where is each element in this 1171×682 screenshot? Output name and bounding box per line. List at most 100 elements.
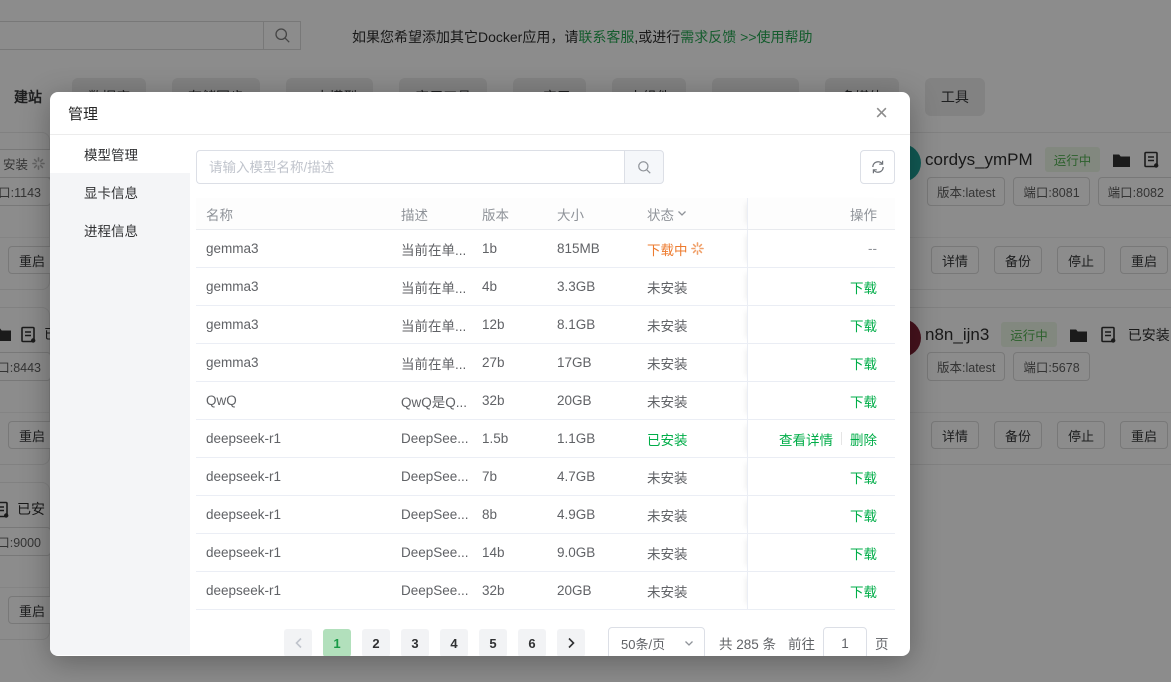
model-size: 8.1GB bbox=[557, 317, 596, 332]
total-count: 共 285 条 bbox=[719, 637, 777, 652]
column-header[interactable]: 状态 bbox=[637, 198, 747, 229]
op-link[interactable]: 下载 bbox=[850, 505, 877, 525]
model-status: 未安装 bbox=[647, 470, 688, 486]
op-link[interactable]: 下载 bbox=[850, 543, 877, 563]
dialog-content: 名称描述版本大小状态操作gemma3当前在单...1b815MB下载中--gem… bbox=[190, 135, 910, 656]
model-version: 7b bbox=[482, 469, 498, 484]
page-unit-label: 页 bbox=[875, 637, 889, 652]
model-name: gemma3 bbox=[206, 355, 259, 370]
app-screen: 如果您希望添加其它Docker应用，请联系客服,或进行需求反馈 >>使用帮助 建… bbox=[0, 0, 1171, 682]
model-status: 未安装 bbox=[647, 584, 688, 600]
model-search-button[interactable] bbox=[624, 150, 664, 184]
table-header-row: 名称 描述 版本 大小 状态 操作 bbox=[196, 198, 895, 230]
model-desc: 当前在单... bbox=[401, 280, 467, 296]
model-status: 未安装 bbox=[647, 394, 688, 410]
model-name: deepseek-r1 bbox=[206, 507, 282, 522]
table-row: gemma3 当前在单... 27b 17GB 未安装 下载 bbox=[196, 344, 895, 382]
page-button-6[interactable]: 6 bbox=[518, 629, 546, 656]
column-header: 大小 bbox=[557, 207, 584, 223]
model-status: 未安装 bbox=[647, 356, 688, 372]
caret-down-icon bbox=[685, 640, 693, 646]
prev-page-button[interactable] bbox=[284, 629, 312, 656]
model-search-input[interactable] bbox=[196, 150, 624, 184]
dialog-sidebar: 模型管理 显卡信息 进程信息 bbox=[50, 135, 190, 655]
op-link[interactable]: 下载 bbox=[850, 353, 877, 373]
op-link[interactable]: 下载 bbox=[850, 315, 877, 335]
model-version: 27b bbox=[482, 355, 505, 370]
op-none: -- bbox=[868, 241, 877, 256]
model-name: gemma3 bbox=[206, 279, 259, 294]
page-button-2[interactable]: 2 bbox=[362, 629, 390, 656]
model-status: 未安装 bbox=[647, 280, 688, 296]
model-version: 32b bbox=[482, 583, 505, 598]
close-icon[interactable]: × bbox=[869, 100, 894, 126]
page-size-select[interactable]: 50条/页 bbox=[608, 627, 705, 656]
model-size: 4.9GB bbox=[557, 507, 596, 522]
table-row: deepseek-r1 DeepSee... 7b 4.7GB 未安装 下载 bbox=[196, 458, 895, 496]
dialog-title: 管理 bbox=[68, 105, 99, 123]
refresh-icon bbox=[871, 160, 884, 174]
caret-down-icon bbox=[678, 211, 686, 216]
sidebar-item-3[interactable]: 进程信息 bbox=[50, 211, 190, 249]
column-header: 名称 bbox=[206, 207, 233, 223]
loading-spinner-icon bbox=[690, 242, 704, 255]
search-icon bbox=[637, 160, 651, 174]
model-size: 20GB bbox=[557, 393, 592, 408]
op-link[interactable]: 下载 bbox=[850, 391, 877, 411]
op-divider bbox=[841, 432, 842, 445]
model-name: deepseek-r1 bbox=[206, 545, 282, 560]
table-row: deepseek-r1 DeepSee... 1.5b 1.1GB 已安装 查看详情 删除 bbox=[196, 420, 895, 458]
sidebar-item-1[interactable]: 模型管理 bbox=[50, 135, 190, 173]
op-link[interactable]: 删除 bbox=[850, 429, 877, 449]
page-button-3[interactable]: 3 bbox=[401, 629, 429, 656]
table-row: deepseek-r1 DeepSee... 8b 4.9GB 未安装 下载 bbox=[196, 496, 895, 534]
model-status: 下载中 bbox=[647, 239, 704, 259]
model-status: 未安装 bbox=[647, 546, 688, 562]
op-link[interactable]: 下载 bbox=[850, 467, 877, 487]
model-name: gemma3 bbox=[206, 241, 259, 256]
goto-label: 前往 bbox=[788, 637, 816, 652]
model-status: 已安装 bbox=[647, 432, 688, 448]
model-size: 20GB bbox=[557, 583, 592, 598]
table-row: QwQ QwQ是Q... 32b 20GB 未安装 下载 bbox=[196, 382, 895, 420]
model-version: 12b bbox=[482, 317, 505, 332]
model-desc: DeepSee... bbox=[401, 583, 469, 598]
management-dialog: 管理 × 模型管理 显卡信息 进程信息 请输入模型名称/描述 名称 描述 版本 … bbox=[50, 92, 910, 656]
model-size: 815MB bbox=[557, 241, 600, 256]
table-row: deepseek-r1 DeepSee... 14b 9.0GB 未安装 下载 bbox=[196, 534, 895, 572]
model-name: QwQ bbox=[206, 393, 237, 408]
model-desc: DeepSee... bbox=[401, 469, 469, 484]
model-name: gemma3 bbox=[206, 317, 259, 332]
model-status: 未安装 bbox=[647, 508, 688, 524]
model-desc: DeepSee... bbox=[401, 545, 469, 560]
column-header: 描述 bbox=[401, 207, 428, 223]
page-button-4[interactable]: 4 bbox=[440, 629, 468, 656]
model-desc: DeepSee... bbox=[401, 507, 469, 522]
model-name: deepseek-r1 bbox=[206, 583, 282, 598]
table-row: gemma3 当前在单... 12b 8.1GB 未安装 下载 bbox=[196, 306, 895, 344]
refresh-button[interactable] bbox=[860, 150, 895, 184]
sidebar-item-2[interactable]: 显卡信息 bbox=[50, 173, 190, 211]
model-desc: 当前在单... bbox=[401, 318, 467, 334]
table-row: deepseek-r1 DeepSee... 32b 20GB 未安装 下载 bbox=[196, 572, 895, 610]
op-link[interactable]: 查看详情 bbox=[779, 429, 833, 449]
page-button-5[interactable]: 5 bbox=[479, 629, 507, 656]
model-version: 14b bbox=[482, 545, 505, 560]
model-status: 未安装 bbox=[647, 318, 688, 334]
op-link[interactable]: 下载 bbox=[850, 581, 877, 601]
model-desc: QwQ是Q... bbox=[401, 394, 468, 410]
next-page-button[interactable] bbox=[557, 629, 585, 656]
model-desc: 当前在单... bbox=[401, 242, 467, 258]
model-desc: 当前在单... bbox=[401, 356, 467, 372]
model-table: 名称 描述 版本 大小 状态 操作 gemma3 当前在单... 1b 815MB 下载中 -- gem… bbox=[196, 198, 895, 610]
model-size: 4.7GB bbox=[557, 469, 596, 484]
model-version: 4b bbox=[482, 279, 498, 294]
page-button-1[interactable]: 1 bbox=[323, 629, 351, 656]
goto-page-input[interactable] bbox=[823, 627, 868, 656]
op-link[interactable]: 下载 bbox=[850, 277, 877, 297]
dialog-header: 管理 × bbox=[50, 92, 910, 135]
model-version: 8b bbox=[482, 507, 498, 522]
model-name: deepseek-r1 bbox=[206, 469, 282, 484]
model-size: 1.1GB bbox=[557, 431, 596, 446]
next-page-icon bbox=[567, 637, 575, 649]
